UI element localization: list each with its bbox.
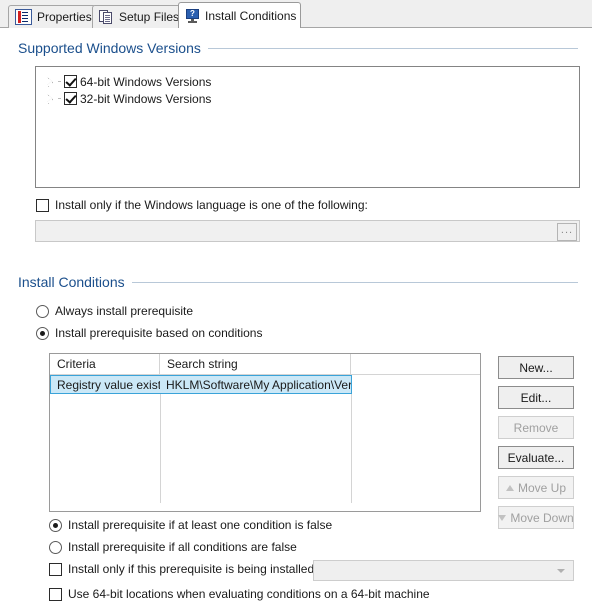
browse-button[interactable]: ... — [557, 223, 577, 241]
grid-column-divider — [351, 375, 352, 503]
supported-windows-versions-header: Supported Windows Versions — [18, 40, 578, 56]
edit-condition-label: Edit... — [520, 390, 552, 405]
checkbox-dependency[interactable] — [49, 562, 62, 576]
remove-condition-button[interactable]: Remove — [498, 416, 574, 439]
tab-setup-files[interactable]: Setup Files — [92, 5, 186, 28]
grid-header-row: Criteria Search string — [50, 354, 480, 375]
radio-conditional-install-indicator[interactable] — [36, 326, 49, 340]
cell-criteria: Registry value exists — [57, 377, 160, 392]
chevron-down-icon — [557, 568, 565, 573]
dependency-option[interactable]: Install only if this prerequisite is bei… — [49, 562, 317, 576]
setup-files-icon — [99, 10, 114, 24]
arrow-up-icon — [505, 484, 514, 491]
move-up-label: Move Up — [517, 480, 567, 495]
tab-properties[interactable]: Properties — [8, 5, 96, 28]
move-up-button[interactable]: Move Up — [498, 476, 574, 499]
install-conditions-panel: Supported Windows Versions 64-bit Window… — [0, 28, 592, 609]
checkbox-32bit[interactable] — [64, 92, 77, 105]
tab-strip: Properties Setup Files ? Install Conditi… — [0, 0, 592, 28]
radio-all-false-label: Install prerequisite if all conditions a… — [68, 540, 297, 554]
cell-search-string: HKLM\Software\My Application\Version — [166, 377, 351, 392]
grid-header-search-string[interactable]: Search string — [160, 354, 351, 374]
language-filter-label: Install only if the Windows language is … — [55, 198, 368, 212]
radio-at-least-one-false-indicator[interactable] — [49, 518, 62, 532]
dependency-label: Install only if this prerequisite is bei… — [68, 562, 318, 576]
grid-body: Registry value exists HKLM\Software\My A… — [50, 375, 480, 503]
checkbox-64bit[interactable] — [64, 75, 77, 88]
evaluate-conditions-button[interactable]: Evaluate... — [498, 446, 574, 469]
radio-always-install-indicator[interactable] — [36, 304, 49, 318]
tree-item-64bit[interactable]: 64-bit Windows Versions — [36, 73, 579, 90]
remove-condition-label: Remove — [513, 420, 559, 435]
arrow-down-icon — [498, 514, 507, 521]
properties-icon — [15, 9, 32, 25]
supported-windows-versions-title: Supported Windows Versions — [18, 40, 201, 56]
install-conditions-icon: ? — [185, 8, 200, 23]
tree-item-64bit-label: 64-bit Windows Versions — [80, 74, 212, 89]
tab-install-conditions-label: Install Conditions — [205, 8, 297, 23]
bitness-label: Use 64-bit locations when evaluating con… — [68, 587, 430, 601]
radio-at-least-one-false-label: Install prerequisite if at least one con… — [68, 518, 333, 532]
radio-always-install-label: Always install prerequisite — [55, 304, 194, 318]
grid-column-divider — [160, 375, 161, 503]
expand-arrow-icon[interactable] — [46, 94, 55, 103]
checkbox-language-filter[interactable] — [36, 198, 49, 212]
radio-always-install[interactable]: Always install prerequisite — [36, 304, 193, 318]
header-rule — [131, 281, 578, 283]
move-down-button[interactable]: Move Down — [498, 506, 574, 529]
edit-condition-button[interactable]: Edit... — [498, 386, 574, 409]
bitness-option[interactable]: Use 64-bit locations when evaluating con… — [49, 587, 430, 601]
grid-header-blank[interactable] — [351, 354, 480, 374]
header-rule — [207, 47, 578, 49]
language-filter-option[interactable]: Install only if the Windows language is … — [36, 198, 368, 212]
move-down-label: Move Down — [510, 510, 574, 525]
expand-arrow-icon[interactable] — [46, 77, 55, 86]
radio-conditional-install-label: Install prerequisite based on conditions — [55, 326, 263, 340]
evaluate-conditions-label: Evaluate... — [507, 450, 565, 465]
radio-at-least-one-false[interactable]: Install prerequisite if at least one con… — [49, 518, 332, 532]
tab-properties-label: Properties — [37, 10, 92, 24]
table-row[interactable]: Registry value exists HKLM\Software\My A… — [50, 375, 352, 394]
supported-versions-tree[interactable]: 64-bit Windows Versions 32-bit Windows V… — [35, 66, 580, 188]
dependency-combo[interactable] — [313, 560, 574, 581]
radio-all-false[interactable]: Install prerequisite if all conditions a… — [49, 540, 297, 554]
tree-connector — [58, 81, 61, 82]
tab-setup-files-label: Setup Files — [119, 10, 180, 24]
tree-connector — [58, 98, 61, 99]
checkbox-64bit-locations[interactable] — [49, 587, 62, 601]
radio-all-false-indicator[interactable] — [49, 540, 62, 554]
install-conditions-title: Install Conditions — [18, 274, 125, 290]
new-condition-label: New... — [519, 360, 553, 375]
new-condition-button[interactable]: New... — [498, 356, 574, 379]
tree-item-32bit-label: 32-bit Windows Versions — [80, 91, 212, 106]
language-field[interactable]: ... — [35, 220, 580, 242]
tree-item-32bit[interactable]: 32-bit Windows Versions — [36, 90, 579, 107]
radio-conditional-install[interactable]: Install prerequisite based on conditions — [36, 326, 262, 340]
install-conditions-header: Install Conditions — [18, 274, 578, 290]
conditions-grid[interactable]: Criteria Search string Registry value ex… — [49, 353, 481, 512]
grid-header-criteria[interactable]: Criteria — [50, 354, 160, 374]
tab-install-conditions[interactable]: ? Install Conditions — [178, 2, 301, 28]
